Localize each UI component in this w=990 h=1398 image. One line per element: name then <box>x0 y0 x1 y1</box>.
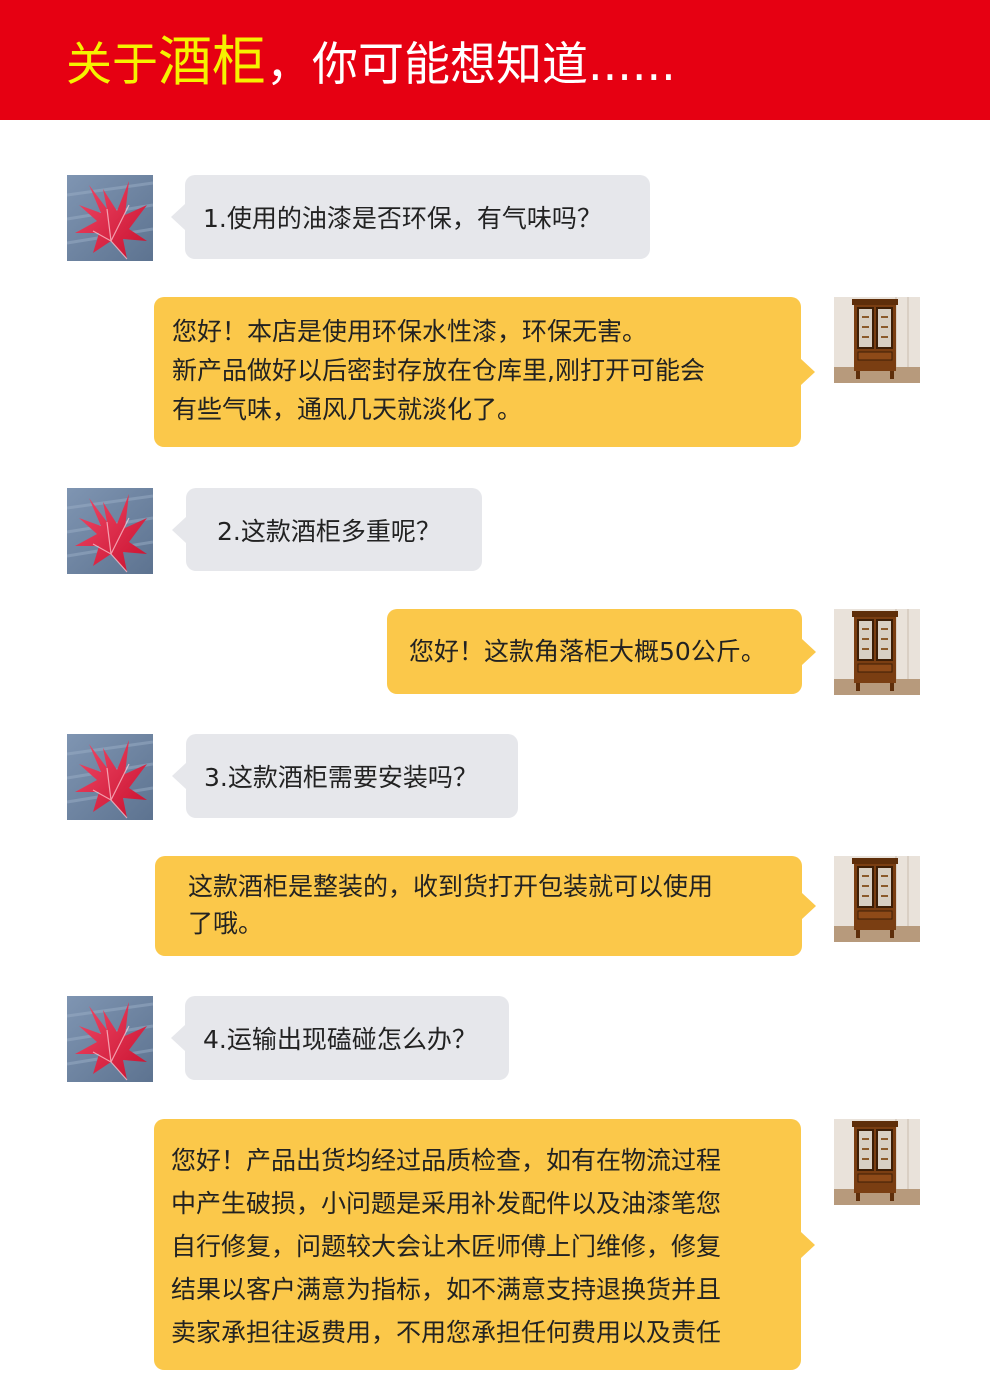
answer-bubble-3: 这款酒柜是整装的，收到货打开包装就可以使用 了哦。 <box>155 856 816 956</box>
question-text: 4.运输出现磕碰怎么办？ <box>203 1025 477 1054</box>
maple-leaf-icon <box>67 175 153 261</box>
answer-line: 这款酒柜是整装的，收到货打开包装就可以使用 <box>188 872 714 901</box>
answer-line: 卖家承担往返费用，不用您承担任何费用以及责任 <box>171 1318 722 1347</box>
answer-bubble-4: 您好！产品出货均经过品质检查，如有在物流过程 中产生破损，小问题是采用补发配件以… <box>154 1119 815 1370</box>
answer-line: 中产生破损，小问题是采用补发配件以及油漆笔您 <box>171 1189 722 1218</box>
question-bubble-2: 2.这款酒柜多重呢？ <box>172 488 482 571</box>
question-text: 1.使用的油漆是否环保，有气味吗？ <box>203 204 602 233</box>
seller-avatar <box>834 609 920 695</box>
customer-avatar <box>67 996 153 1082</box>
answer-bubble-2: 您好！这款角落柜大概50公斤。 <box>387 609 816 694</box>
question-bubble-3: 3.这款酒柜需要安装吗？ <box>172 734 518 818</box>
answer-line: 结果以客户满意为指标，如不满意支持退换货并且 <box>171 1275 722 1304</box>
seller-avatar <box>834 856 920 942</box>
question-bubble-1: 1.使用的油漆是否环保，有气味吗？ <box>171 175 650 259</box>
title-part1: 关于 <box>66 37 158 91</box>
wine-cabinet-icon <box>834 297 920 383</box>
seller-avatar <box>834 1119 920 1205</box>
page-title: 关于酒柜，你可能想知道...... <box>66 34 676 92</box>
answer-line: 您好！产品出货均经过品质检查，如有在物流过程 <box>171 1146 722 1175</box>
maple-leaf-icon <box>67 488 153 574</box>
wine-cabinet-icon <box>834 609 920 695</box>
customer-avatar <box>67 734 153 820</box>
answer-bubble-1: 您好！本店是使用环保水性漆，环保无害。 新产品做好以后密封存放在仓库里,刚打开可… <box>154 297 815 447</box>
answer-line: 您好！这款角落柜大概50公斤。 <box>409 637 766 666</box>
maple-leaf-icon <box>67 996 153 1082</box>
customer-avatar <box>67 488 153 574</box>
answer-line: 自行修复，问题较大会让木匠师傅上门维修，修复 <box>171 1232 722 1261</box>
title-part2: ，你可能想知道...... <box>266 37 676 91</box>
question-text: 3.这款酒柜需要安装吗？ <box>204 763 478 792</box>
maple-leaf-icon <box>67 734 153 820</box>
answer-line: 有些气味，通风几天就淡化了。 <box>172 395 523 424</box>
wine-cabinet-icon <box>834 856 920 942</box>
header-banner: 关于酒柜，你可能想知道...... <box>0 0 990 120</box>
wine-cabinet-icon <box>834 1119 920 1205</box>
answer-line: 了哦。 <box>188 909 264 938</box>
title-highlight: 酒柜 <box>158 30 266 93</box>
question-bubble-4: 4.运输出现磕碰怎么办？ <box>171 996 509 1080</box>
question-text: 2.这款酒柜多重呢？ <box>217 516 441 546</box>
customer-avatar <box>67 175 153 261</box>
seller-avatar <box>834 297 920 383</box>
answer-line: 您好！本店是使用环保水性漆，环保无害。 <box>172 317 648 346</box>
answer-line: 新产品做好以后密封存放在仓库里,刚打开可能会 <box>172 356 705 385</box>
